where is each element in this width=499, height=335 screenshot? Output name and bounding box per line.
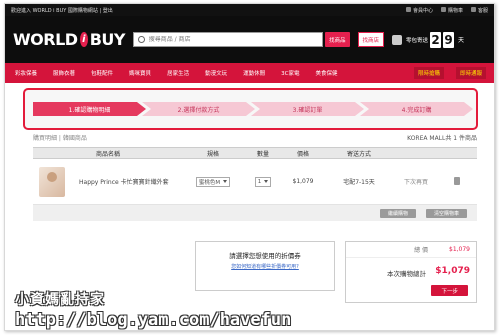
cart-icon: [440, 6, 446, 12]
site-header: WORLDiBUY 找商品 找商店 零包寄送 2 9 天: [5, 16, 494, 63]
table-row: Happy Prince 卡忙寶寶針織外套 蜜桃色M 1 $1,079 宅配7-…: [33, 159, 477, 205]
product-cell: Happy Prince 卡忙寶寶針織外套: [33, 166, 183, 197]
clear-cart-button[interactable]: 清空購物車: [425, 208, 467, 218]
nav-item-accessories[interactable]: 包鞋配件: [91, 69, 113, 77]
shipping-label: 零包寄送: [406, 37, 429, 44]
nav-item-beauty[interactable]: 彩妝保養: [15, 69, 37, 77]
nav-item-home[interactable]: 居家生活: [167, 69, 189, 77]
coupon-help-link[interactable]: 您如何知道有哪些折價券可用?: [196, 263, 334, 270]
truck-icon: [392, 34, 403, 45]
shipping-unit: 天: [458, 37, 465, 44]
top-link-cart[interactable]: 購物車: [440, 6, 463, 14]
nav-right: 限時搶購 即時通報: [402, 63, 486, 83]
steps-row: 1.確認購物明細 2.選擇付款方式 3.確認訂單 4.完成訂購: [33, 102, 473, 116]
trash-icon[interactable]: [454, 176, 460, 185]
nav-item-clothing[interactable]: 服飾衣著: [53, 69, 75, 77]
top-links: 會員中心 購物車 客服: [405, 6, 488, 14]
table-header: 商品名稱 規格 數量 價格 寄送方式: [33, 147, 477, 159]
watermark-title: 小資媽亂持家: [15, 292, 105, 308]
final-value: $1,079: [435, 266, 470, 276]
checkout-steps: 1.確認購物明細 2.選擇付款方式 3.確認訂單 4.完成訂購: [23, 88, 478, 130]
cart-actions: 繼續購物 清空購物車: [33, 205, 477, 221]
product-name[interactable]: Happy Prince 卡忙寶寶針織外套: [79, 177, 169, 186]
order-summary: 總 價 $1,079 本次購物總計 $1,079 下一步: [345, 241, 477, 303]
member-icon: [405, 6, 411, 12]
shipping-cell: 宅配7-15天: [343, 179, 375, 186]
col-shipping: 寄送方式: [346, 150, 371, 158]
next-step-button[interactable]: 下一步: [431, 285, 468, 296]
chevron-down-icon: [223, 180, 228, 183]
search-icon: [138, 36, 145, 43]
total-label: 總 價: [414, 247, 428, 254]
service-icon: [470, 6, 476, 12]
step-payment-method: 2.選擇付款方式: [142, 102, 255, 116]
col-qty: 數量: [256, 150, 269, 158]
final-label: 本次購物總計: [387, 270, 426, 278]
shipping-digit-1: 2: [430, 31, 442, 48]
save-for-later-link[interactable]: 下次再買: [395, 177, 437, 186]
top-link-member[interactable]: 會員中心: [405, 6, 433, 14]
nav-item-3c[interactable]: 3C家電: [281, 69, 299, 77]
col-spec: 規格: [206, 150, 219, 158]
watermark-url: http://blog.yam.com/havefun: [15, 310, 292, 330]
cart-table: 商品名稱 規格 數量 價格 寄送方式 Happy Prince 卡忙寶寶針織外套…: [33, 147, 477, 221]
continue-shopping-button[interactable]: 繼續購物: [379, 208, 416, 218]
nav-item-flash-sale[interactable]: 限時搶購: [413, 67, 444, 79]
welcome-text: 歡迎進入 WORLD i BUY 國際購物網站 | 登出: [11, 7, 113, 14]
coupon-box: 請選擇您想使用的折價券 您如何知道有哪些折價券可用?: [195, 241, 335, 291]
total-row: 總 價 $1,079: [346, 242, 476, 258]
nav-item-baby[interactable]: 媽咪寶貝: [129, 69, 151, 77]
step-confirm-cart: 1.確認購物明細: [33, 102, 146, 116]
find-product-button[interactable]: 找商品: [325, 32, 350, 47]
top-welcome: 歡迎進入 WORLD i BUY 國際購物網站 | 登出: [11, 7, 406, 14]
total-value: $1,079: [449, 246, 470, 253]
coupon-title: 請選擇您想使用的折價券: [229, 252, 301, 260]
nav-item-sports[interactable]: 運動休閒: [243, 69, 265, 77]
nav-item-news[interactable]: 即時通報: [455, 67, 486, 79]
category-nav: 彩妝保養 服飾衣著 包鞋配件 媽咪寶貝 居家生活 動漫文玩 運動休閒 3C家電 …: [5, 63, 494, 83]
shipping-days-badge: 零包寄送 2 9 天: [392, 31, 465, 48]
final-row: 本次購物總計 $1,079: [346, 266, 476, 280]
nav-item-anime[interactable]: 動漫文玩: [205, 69, 227, 77]
spec-select[interactable]: 蜜桃色M: [195, 176, 231, 187]
top-link-service[interactable]: 客服: [470, 6, 488, 14]
search-box: [133, 32, 323, 47]
price-cell: $1,079: [292, 178, 314, 185]
top-info-bar: 歡迎進入 WORLD i BUY 國際購物網站 | 登出 會員中心 購物車 客服: [5, 4, 494, 16]
cart-meta: 購買明細 | 韓國商品 KOREA MALL共 1 件商品: [33, 132, 477, 142]
col-product-name: 商品名稱: [95, 150, 120, 158]
qty-select[interactable]: 1: [254, 176, 272, 187]
site-logo[interactable]: WORLD i BUY: [13, 30, 126, 49]
cart-meta-left: 購買明細 | 韓國商品: [33, 135, 87, 142]
search-input[interactable]: [148, 36, 318, 43]
delete-cell: [437, 176, 477, 187]
cart-item-count: KOREA MALL共 1 件商品: [407, 135, 477, 142]
nav-item-food[interactable]: 美食保健: [315, 69, 337, 77]
col-price: 價格: [296, 150, 309, 158]
screenshot-frame: 歡迎進入 WORLD i BUY 國際購物網站 | 登出 會員中心 購物車 客服…: [4, 3, 495, 331]
spec-cell: 蜜桃色M: [183, 176, 243, 187]
step-complete: 4.完成訂購: [360, 102, 473, 116]
qty-cell: 1: [243, 176, 283, 187]
find-store-button[interactable]: 找商店: [357, 32, 385, 47]
shipping-digit-2: 9: [443, 31, 455, 48]
product-thumbnail[interactable]: [39, 166, 65, 197]
step-confirm-order: 3.確認訂單: [251, 102, 364, 116]
chevron-down-icon: [264, 180, 269, 183]
